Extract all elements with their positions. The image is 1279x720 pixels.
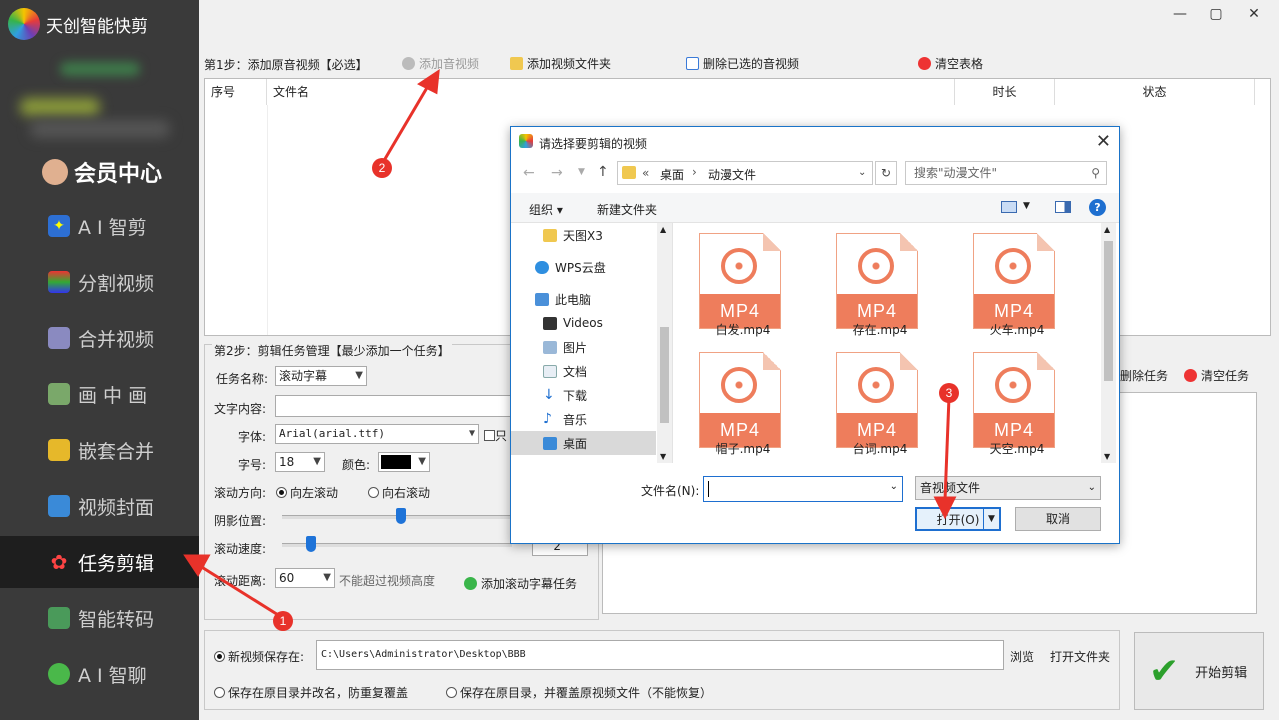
annotation-badge-1: 1 xyxy=(273,611,293,631)
annotation-badge-3: 3 xyxy=(939,383,959,403)
arrow-head-icon xyxy=(417,68,440,95)
annotation-arrow-2 xyxy=(380,85,430,165)
annotation-arrow-1 xyxy=(199,564,284,620)
annotation-badge-2: 2 xyxy=(372,158,392,178)
arrow-head-icon xyxy=(933,496,957,520)
annotation-arrows xyxy=(183,68,957,620)
arrow-head-icon xyxy=(183,554,211,577)
annotation-arrow-3 xyxy=(943,396,951,501)
